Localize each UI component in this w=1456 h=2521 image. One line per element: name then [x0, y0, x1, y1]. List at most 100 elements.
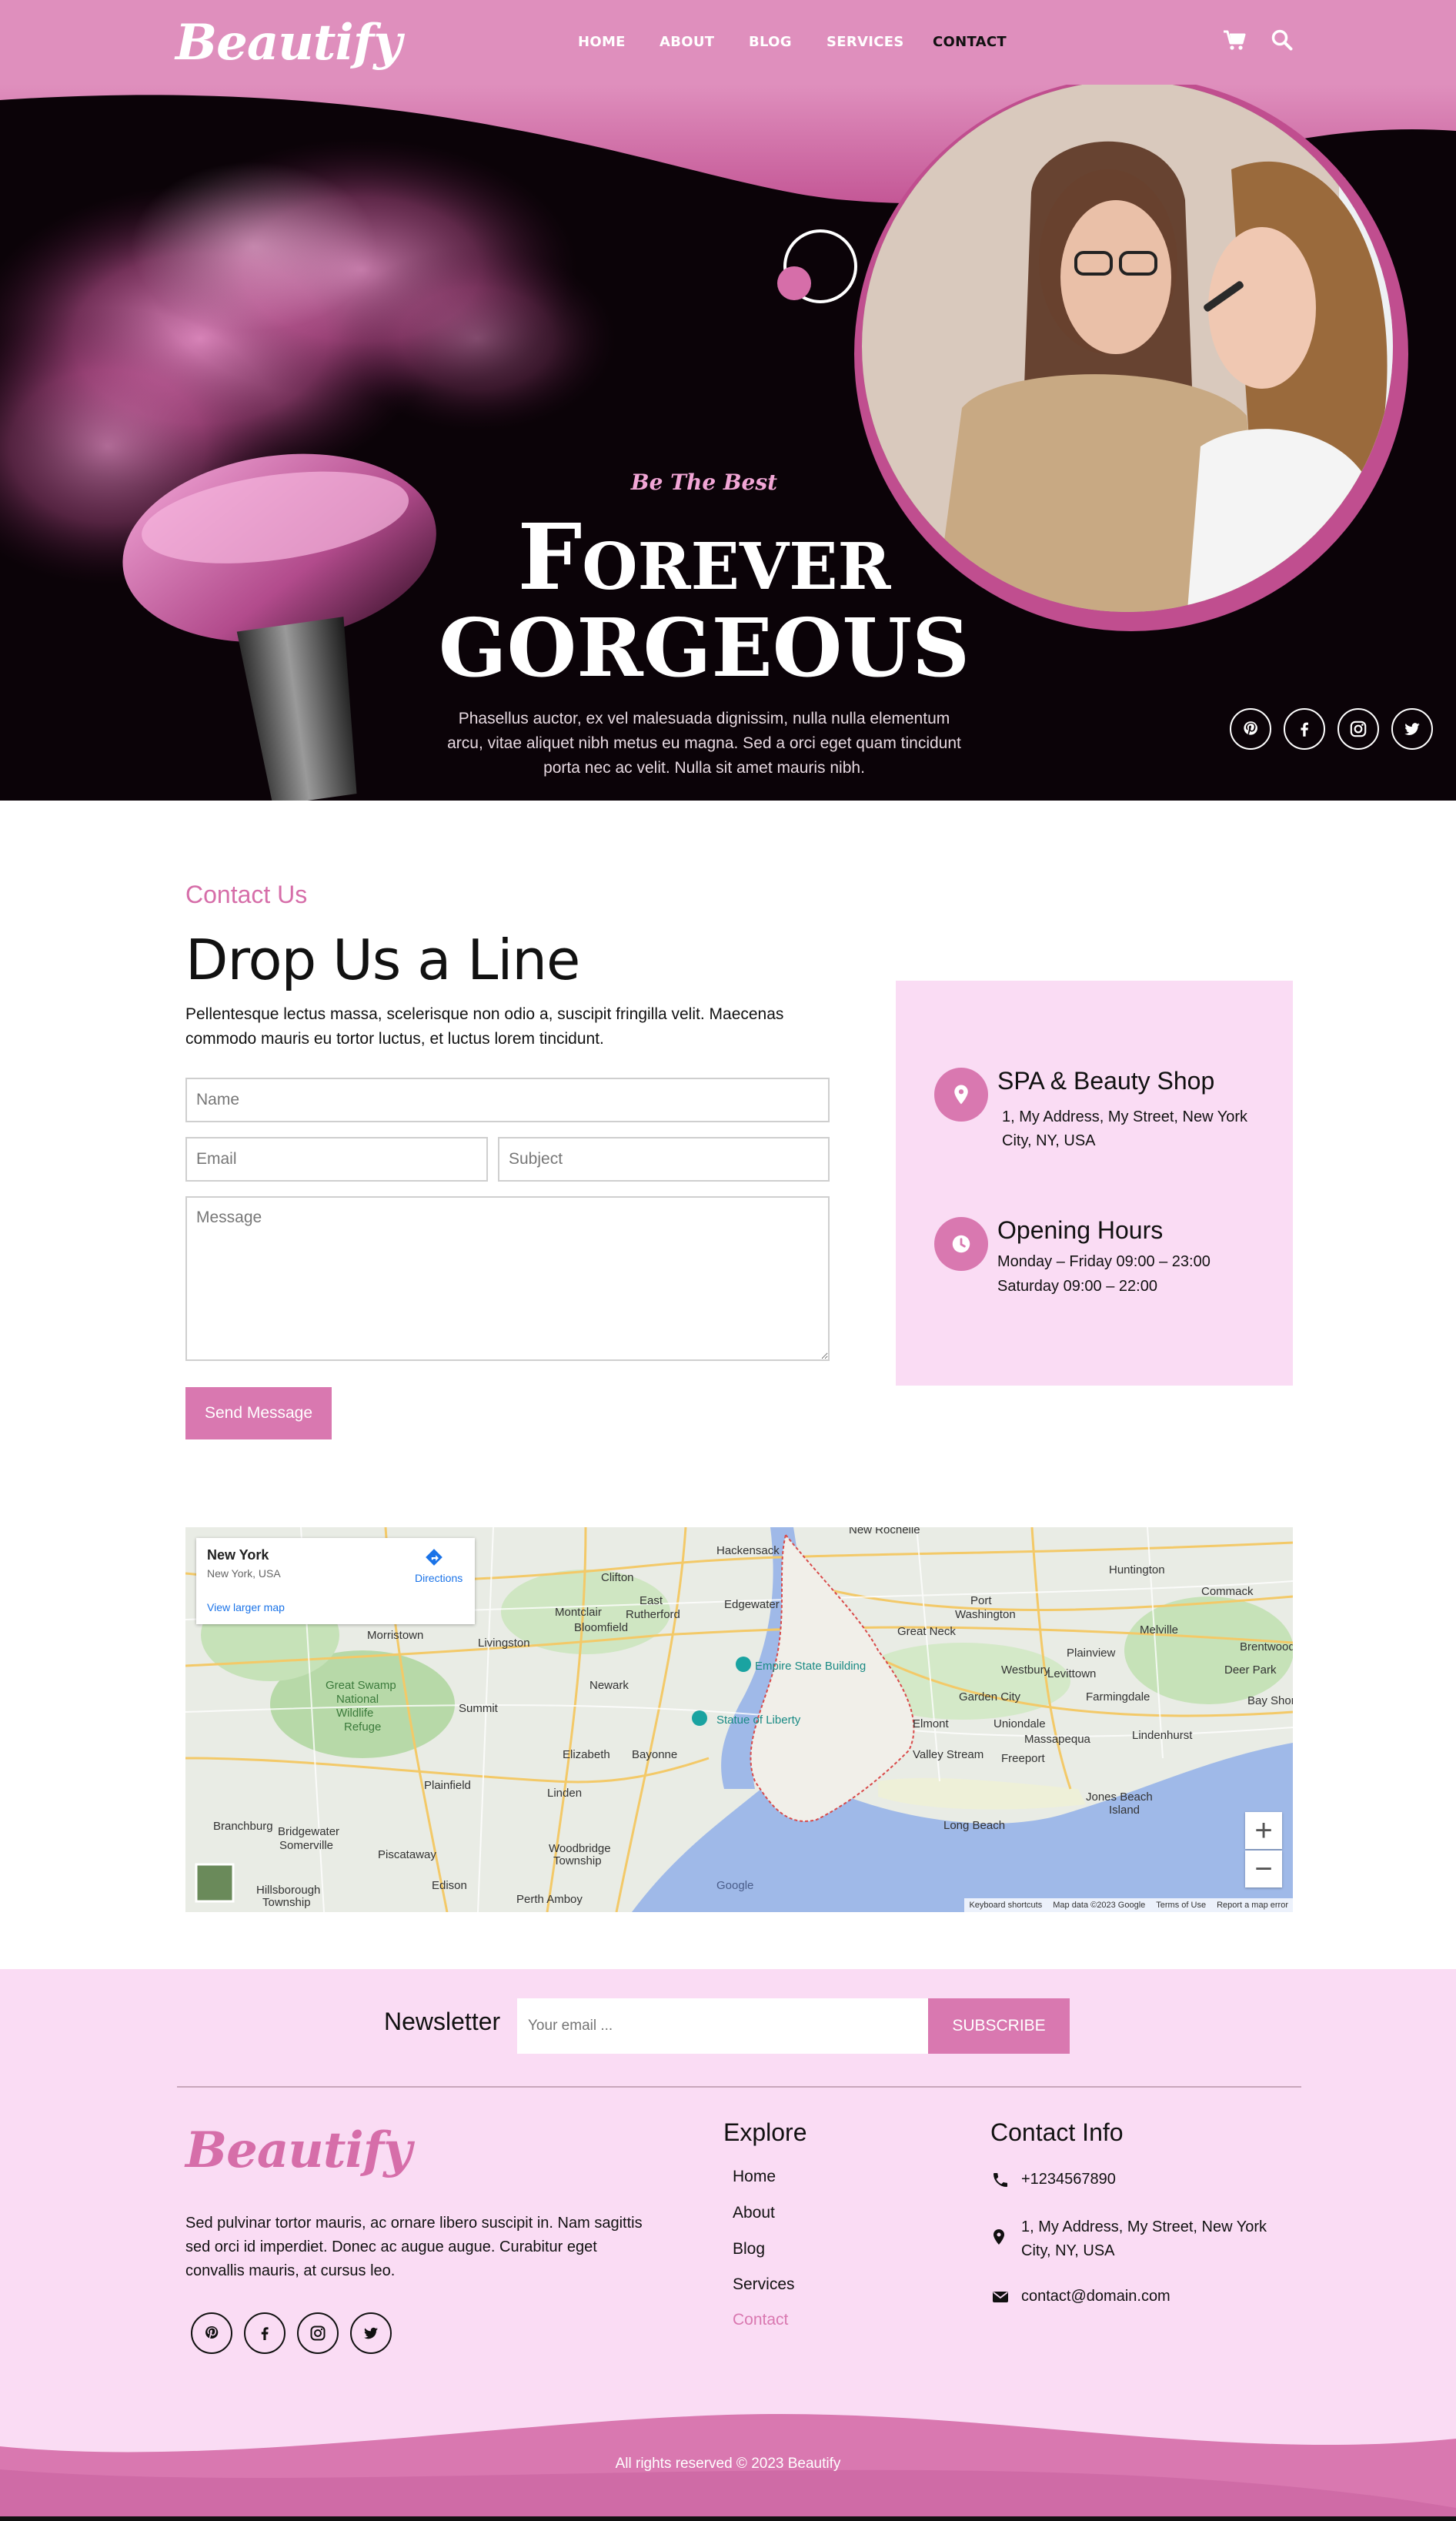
- svg-text:Linden: Linden: [547, 1787, 582, 1800]
- map-footer-links: Keyboard shortcuts Map data ©2023 Google…: [964, 1898, 1293, 1912]
- hours-title: Opening Hours: [997, 1216, 1164, 1244]
- svg-text:Valley Stream: Valley Stream: [913, 1748, 983, 1761]
- location-pin-icon: [934, 1068, 988, 1122]
- svg-text:Township: Township: [262, 1896, 311, 1909]
- svg-text:Statue of Liberty: Statue of Liberty: [716, 1714, 801, 1727]
- svg-text:Long Beach: Long Beach: [943, 1819, 1005, 1832]
- send-message-button[interactable]: Send Message: [185, 1387, 332, 1439]
- svg-text:Uniondale: Uniondale: [993, 1717, 1046, 1730]
- phone-icon: [993, 2173, 1007, 2187]
- twitter-icon[interactable]: [1391, 708, 1433, 750]
- svg-text:Washington: Washington: [955, 1608, 1016, 1621]
- svg-text:Great Neck: Great Neck: [897, 1625, 956, 1638]
- footer-phone[interactable]: +1234567890: [1021, 2168, 1116, 2192]
- footer-link-blog[interactable]: Blog: [733, 2240, 765, 2259]
- nav-services[interactable]: SERVICES: [827, 34, 904, 50]
- zoom-out-button[interactable]: −: [1245, 1851, 1282, 1887]
- svg-text:Montclair: Montclair: [555, 1606, 602, 1619]
- nav-home[interactable]: HOME: [578, 34, 626, 50]
- svg-text:Edison: Edison: [432, 1879, 467, 1892]
- svg-text:Jones Beach: Jones Beach: [1086, 1790, 1153, 1804]
- view-larger-map-link[interactable]: View larger map: [207, 1601, 285, 1613]
- footer-link-services[interactable]: Services: [733, 2275, 795, 2294]
- terms-link[interactable]: Terms of Use: [1156, 1901, 1206, 1910]
- svg-text:Freeport: Freeport: [1001, 1752, 1046, 1765]
- svg-text:Branchburg: Branchburg: [213, 1820, 273, 1833]
- svg-text:East: East: [640, 1594, 663, 1607]
- explore-heading: Explore: [723, 2118, 807, 2146]
- hero-section: Be The Best Forever GORGEOUS Phasellus a…: [0, 85, 1456, 801]
- svg-text:Levittown: Levittown: [1047, 1667, 1096, 1680]
- hero-title-line1: Forever: [517, 503, 891, 610]
- svg-text:Edgewater: Edgewater: [724, 1598, 780, 1611]
- site-logo[interactable]: Beautify: [175, 14, 402, 72]
- svg-text:National: National: [336, 1693, 379, 1706]
- svg-text:Bridgewater: Bridgewater: [278, 1825, 339, 1838]
- footer-link-home[interactable]: Home: [733, 2168, 776, 2186]
- directions-icon[interactable]: [424, 1547, 444, 1567]
- svg-text:Brentwood: Brentwood: [1240, 1640, 1293, 1653]
- svg-text:Newark: Newark: [589, 1679, 629, 1692]
- svg-text:Hillsborough: Hillsborough: [256, 1884, 320, 1897]
- zoom-in-button[interactable]: +: [1245, 1812, 1282, 1849]
- svg-text:Plainview: Plainview: [1067, 1647, 1116, 1660]
- footer-divider: [177, 2086, 1301, 2088]
- keyboard-shortcuts-link[interactable]: Keyboard shortcuts: [969, 1901, 1042, 1910]
- nav-contact[interactable]: CONTACT: [933, 34, 1007, 50]
- contact-heading: Drop Us a Line: [185, 928, 580, 992]
- map-embed[interactable]: Newark Empire State Building Statue of L…: [185, 1527, 1293, 1912]
- subscribe-button[interactable]: SUBSCRIBE: [928, 1998, 1070, 2054]
- contact-info-box: SPA & Beauty Shop 1, My Address, My Stre…: [896, 981, 1293, 1386]
- email-icon: [993, 2292, 1008, 2302]
- footer-twitter-icon[interactable]: [350, 2312, 392, 2354]
- instagram-icon[interactable]: [1337, 708, 1379, 750]
- svg-text:Garden City: Garden City: [959, 1690, 1021, 1704]
- message-field[interactable]: [185, 1196, 830, 1361]
- site-header: Beautify HOME ABOUT BLOG SERVICES CONTAC…: [0, 0, 1456, 85]
- svg-text:Empire State Building: Empire State Building: [755, 1660, 866, 1673]
- svg-text:Deer Park: Deer Park: [1224, 1663, 1277, 1677]
- nav-blog[interactable]: BLOG: [749, 34, 792, 50]
- svg-text:Refuge: Refuge: [344, 1720, 381, 1734]
- hours-saturday: Saturday 09:00 – 22:00: [997, 1278, 1157, 1295]
- subject-field[interactable]: [498, 1137, 830, 1182]
- report-error-link[interactable]: Report a map error: [1217, 1901, 1288, 1910]
- search-icon[interactable]: [1270, 28, 1294, 52]
- map-card-subtitle: New York, USA: [207, 1567, 281, 1580]
- svg-text:Elmont: Elmont: [913, 1717, 950, 1730]
- svg-text:Massapequa: Massapequa: [1024, 1733, 1091, 1746]
- footer-instagram-icon[interactable]: [297, 2312, 339, 2354]
- svg-text:Bloomfield: Bloomfield: [574, 1621, 628, 1634]
- svg-text:Melville: Melville: [1140, 1623, 1178, 1637]
- svg-text:Port: Port: [970, 1594, 992, 1607]
- clock-icon: [934, 1217, 988, 1271]
- newsletter-email-input[interactable]: [517, 1998, 928, 2054]
- footer-email[interactable]: contact@domain.com: [1021, 2285, 1170, 2309]
- footer-facebook-icon[interactable]: [244, 2312, 286, 2354]
- map-data-label: Map data ©2023 Google: [1053, 1901, 1146, 1910]
- footer-address: 1, My Address, My Street, New York City,…: [1021, 2218, 1267, 2259]
- directions-link[interactable]: Directions: [415, 1572, 463, 1584]
- svg-text:Perth Amboy: Perth Amboy: [516, 1893, 583, 1906]
- pinterest-icon[interactable]: [1230, 708, 1271, 750]
- svg-text:New Rochelle: New Rochelle: [849, 1527, 920, 1536]
- facebook-icon[interactable]: [1284, 708, 1325, 750]
- nav-about[interactable]: ABOUT: [660, 34, 714, 50]
- svg-text:Morristown: Morristown: [367, 1629, 423, 1642]
- hero-tagline: Be The Best: [630, 470, 778, 495]
- footer-link-contact[interactable]: Contact: [733, 2311, 788, 2329]
- footer-pinterest-icon[interactable]: [191, 2312, 232, 2354]
- email-field[interactable]: [185, 1137, 488, 1182]
- footer-description: Sed pulvinar tortor mauris, ac ornare li…: [185, 2215, 643, 2279]
- svg-text:Livingston: Livingston: [478, 1637, 530, 1650]
- footer-link-about[interactable]: About: [733, 2204, 775, 2222]
- footer-logo[interactable]: Beautify: [185, 2121, 412, 2179]
- name-field[interactable]: [185, 1078, 830, 1122]
- svg-text:Wildlife: Wildlife: [336, 1707, 373, 1720]
- svg-text:Somerville: Somerville: [279, 1839, 333, 1852]
- hours-weekday: Monday – Friday 09:00 – 23:00: [997, 1253, 1211, 1270]
- svg-text:Plainfield: Plainfield: [424, 1779, 471, 1792]
- svg-text:Commack: Commack: [1201, 1585, 1254, 1598]
- svg-text:Elizabeth: Elizabeth: [563, 1748, 610, 1761]
- cart-icon[interactable]: [1222, 28, 1247, 52]
